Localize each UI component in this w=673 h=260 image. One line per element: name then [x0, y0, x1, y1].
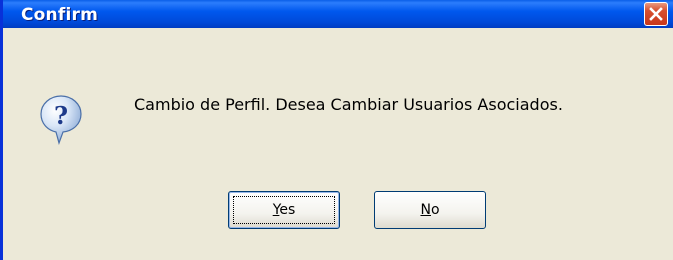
- dialog-message: Cambio de Perfil. Desea Cambiar Usuarios…: [134, 95, 563, 114]
- svg-text:?: ?: [54, 101, 68, 130]
- question-icon: ?: [39, 93, 83, 147]
- confirm-dialog: Confirm ? Cambio de Perfil. Desea Cambia…: [0, 0, 673, 260]
- no-button-label: No: [420, 202, 440, 218]
- no-button[interactable]: No: [374, 191, 486, 229]
- window-title: Confirm: [21, 5, 98, 25]
- yes-button-label: Yes: [272, 202, 296, 218]
- close-icon: [649, 7, 663, 21]
- title-bar[interactable]: Confirm: [3, 0, 673, 28]
- close-button[interactable]: [644, 2, 668, 26]
- yes-button[interactable]: Yes: [228, 191, 340, 229]
